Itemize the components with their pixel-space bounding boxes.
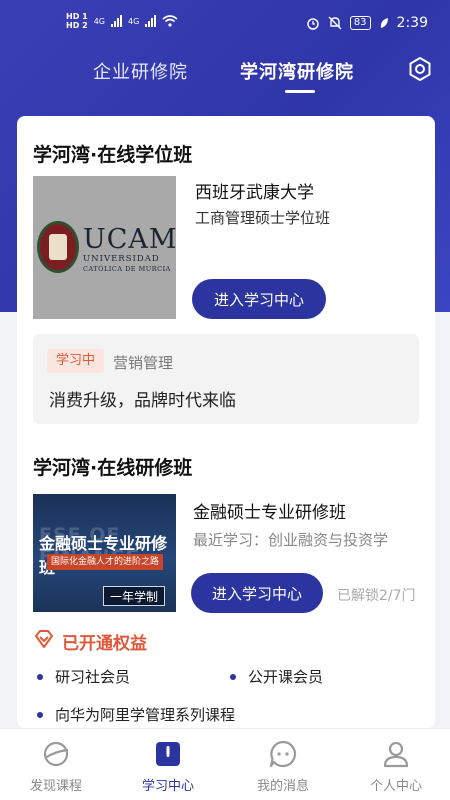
- ucam-logo: UCAM UNIVERSIDAD CATÓLICA DE MURCIA: [83, 224, 176, 274]
- benefit-item: 向华为阿里学管理系列课程: [37, 704, 235, 725]
- benefit-item: 研习社会员: [37, 666, 130, 687]
- training-section-title: 学河湾·在线研修班: [33, 457, 193, 479]
- program-thumbnail[interactable]: ESE OF FINANCE 金融硕士专业研修班 国际化金融人才的进阶之路 一年…: [33, 494, 176, 612]
- university-thumbnail[interactable]: UCAM UNIVERSIDAD CATÓLICA DE MURCIA: [33, 176, 176, 319]
- wifi-icon: [162, 15, 178, 27]
- network-4g-label-2: 4G: [127, 16, 140, 26]
- degree-program-name: 工商管理硕士学位班: [195, 209, 331, 227]
- planet-icon: [43, 741, 69, 767]
- signal-icon-2: [145, 15, 157, 27]
- sim1-label: HD 1: [66, 12, 88, 21]
- message-bubble-icon: [269, 740, 297, 768]
- nav-discover-courses[interactable]: 发现课程: [0, 739, 112, 794]
- current-lesson-title: 消费升级，品牌时代来临: [49, 391, 236, 411]
- benefit-label: 向华为阿里学管理系列课程: [55, 706, 236, 724]
- study-card: 学河湾·在线学位班 UCAM UNIVERSIDAD CATÓLICA DE M…: [17, 116, 435, 728]
- benefits-title: 已开通权益: [62, 634, 147, 654]
- nav-personal-center[interactable]: 个人中心: [340, 739, 450, 794]
- leaf-icon: [380, 18, 388, 28]
- tab-enterprise-academy[interactable]: 企业研修院: [93, 58, 188, 84]
- enter-study-center-button-2[interactable]: 进入学习中心: [191, 573, 323, 613]
- bottom-nav: 发现课程 学习中心 我的消息 个人中心: [0, 728, 450, 800]
- bullet-dot: [37, 673, 43, 680]
- current-study-panel[interactable]: 学习中 营销管理 消费升级，品牌时代来临: [33, 334, 419, 424]
- status-bar: HD 1 HD 2 4G 4G 83 2:39: [0, 0, 450, 48]
- nav-label: 学习中心: [141, 779, 194, 794]
- training-program-name: 金融硕士专业研修班: [193, 503, 346, 523]
- recent-study-text: 最近学习：创业融资与投资学: [193, 531, 389, 549]
- studying-badge: 学习中: [47, 349, 105, 373]
- clock: 2:39: [396, 15, 428, 31]
- enter-study-center-button[interactable]: 进入学习中心: [192, 279, 326, 319]
- battery-indicator: 83: [349, 16, 371, 30]
- current-course-name: 营销管理: [113, 354, 174, 372]
- nav-my-messages[interactable]: 我的消息: [227, 739, 339, 794]
- nav-label: 个人中心: [369, 779, 422, 794]
- academy-tabs: 企业研修院 学河湾研修院: [0, 52, 450, 96]
- active-tab-indicator: [285, 90, 315, 93]
- nav-label: 发现课程: [29, 779, 82, 794]
- sim2-label: HD 2: [66, 21, 88, 30]
- nav-study-center[interactable]: 学习中心: [112, 739, 224, 794]
- user-icon: [383, 741, 409, 768]
- ucam-seal-icon: [37, 221, 79, 273]
- tab-xuehewan-academy[interactable]: 学河湾研修院: [240, 58, 354, 84]
- book-icon: [156, 742, 180, 766]
- diamond-icon: [35, 630, 53, 648]
- degree-section-title: 学河湾·在线学位班: [33, 144, 193, 166]
- settings-icon[interactable]: [407, 56, 433, 82]
- benefit-label: 公开课会员: [248, 668, 324, 686]
- nav-label: 我的消息: [256, 779, 309, 794]
- signal-indicators: HD 1 HD 2 4G 4G: [66, 12, 178, 30]
- benefit-item: 公开课会员: [230, 666, 323, 687]
- bullet-dot: [230, 673, 236, 680]
- duration-tag: 一年学制: [103, 586, 166, 606]
- mute-bell-icon: [328, 16, 342, 30]
- network-4g-label: 4G: [93, 16, 105, 26]
- alarm-icon: [307, 18, 319, 30]
- unlock-progress: 已解锁2/7门: [337, 588, 416, 604]
- benefit-label: 研习社会员: [55, 668, 131, 686]
- university-name: 西班牙武康大学: [195, 183, 314, 203]
- thumbnail-subtitle: 国际化金融人才的进阶之路: [47, 554, 163, 570]
- bullet-dot: [37, 711, 43, 718]
- signal-icon: [110, 15, 122, 27]
